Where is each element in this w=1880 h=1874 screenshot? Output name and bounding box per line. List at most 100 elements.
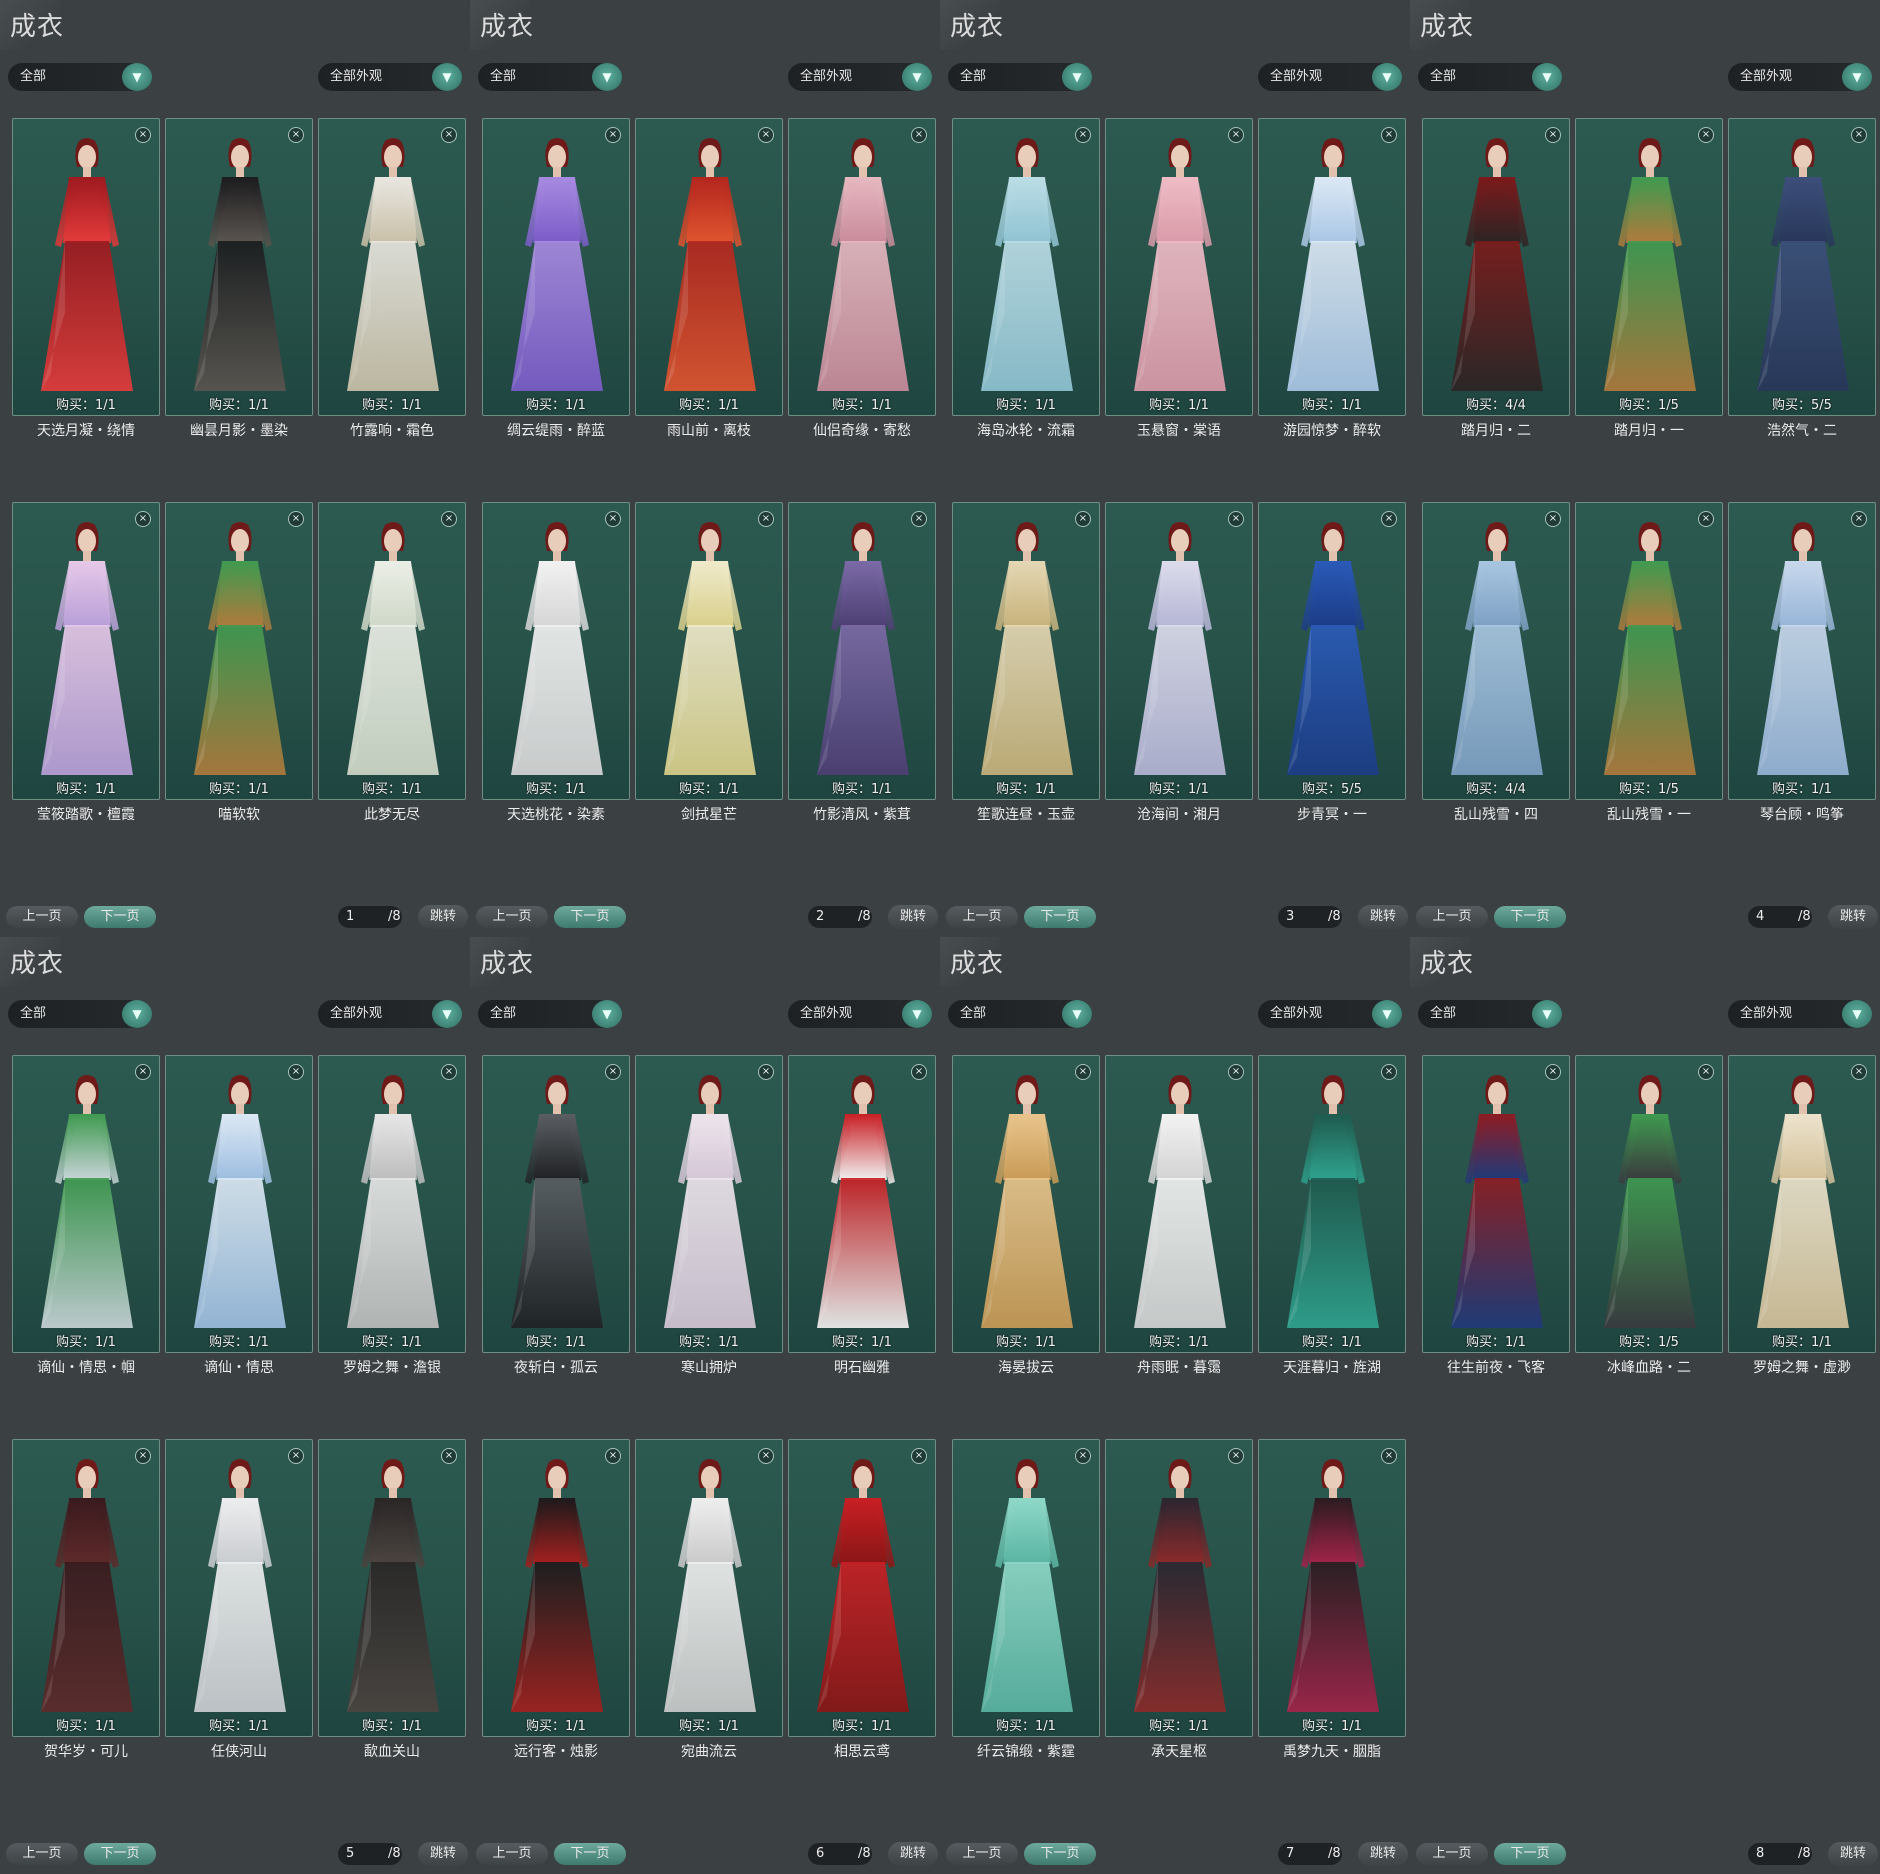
trash-icon[interactable]: × xyxy=(1545,1064,1561,1080)
category-filter-dropdown[interactable]: 全部 ▼ xyxy=(478,1000,622,1028)
prev-page-button[interactable]: 上一页 xyxy=(6,906,78,928)
trash-icon[interactable]: × xyxy=(758,511,774,527)
outfit-card[interactable]: × 购买：1/1 xyxy=(1728,502,1876,800)
outfit-card[interactable]: × 购买：4/4 xyxy=(1422,118,1570,416)
outfit-card[interactable]: × 购买：1/1 xyxy=(482,502,630,800)
chevron-down-icon[interactable]: ▼ xyxy=(432,63,462,91)
chevron-down-icon[interactable]: ▼ xyxy=(1532,1000,1562,1028)
outfit-card[interactable]: × 购买：1/1 xyxy=(482,1055,630,1353)
category-filter-dropdown[interactable]: 全部 ▼ xyxy=(1418,1000,1562,1028)
outfit-card[interactable]: × 购买：1/1 xyxy=(12,502,160,800)
outfit-card[interactable]: × 购买：1/1 xyxy=(12,1439,160,1737)
jump-button[interactable]: 跳转 xyxy=(418,1842,468,1866)
appearance-filter-dropdown[interactable]: 全部外观 ▼ xyxy=(1258,63,1402,91)
outfit-card[interactable]: × 购买：1/1 xyxy=(1258,1055,1406,1353)
outfit-card[interactable]: × 购买：1/1 xyxy=(1105,1055,1253,1353)
outfit-card[interactable]: × 购买：1/1 xyxy=(1105,1439,1253,1737)
trash-icon[interactable]: × xyxy=(288,127,304,143)
next-page-button[interactable]: 下一页 xyxy=(554,906,626,928)
trash-icon[interactable]: × xyxy=(135,1064,151,1080)
appearance-filter-dropdown[interactable]: 全部外观 ▼ xyxy=(788,63,932,91)
outfit-card[interactable]: × 购买：1/1 xyxy=(165,1055,313,1353)
outfit-card[interactable]: × 购买：1/1 xyxy=(1258,118,1406,416)
outfit-card[interactable]: × 购买：1/1 xyxy=(318,118,466,416)
appearance-filter-dropdown[interactable]: 全部外观 ▼ xyxy=(318,1000,462,1028)
next-page-button[interactable]: 下一页 xyxy=(1024,1843,1096,1865)
trash-icon[interactable]: × xyxy=(1545,127,1561,143)
trash-icon[interactable]: × xyxy=(135,511,151,527)
trash-icon[interactable]: × xyxy=(911,127,927,143)
jump-button[interactable]: 跳转 xyxy=(888,1842,938,1866)
prev-page-button[interactable]: 上一页 xyxy=(946,1843,1018,1865)
chevron-down-icon[interactable]: ▼ xyxy=(1372,1000,1402,1028)
trash-icon[interactable]: × xyxy=(758,1448,774,1464)
next-page-button[interactable]: 下一页 xyxy=(1494,906,1566,928)
outfit-card[interactable]: × 购买：1/1 xyxy=(12,118,160,416)
outfit-card[interactable]: × 购买：1/1 xyxy=(318,1055,466,1353)
trash-icon[interactable]: × xyxy=(1228,1448,1244,1464)
prev-page-button[interactable]: 上一页 xyxy=(946,906,1018,928)
trash-icon[interactable]: × xyxy=(441,1448,457,1464)
outfit-card[interactable]: × 购买：5/5 xyxy=(1728,118,1876,416)
chevron-down-icon[interactable]: ▼ xyxy=(592,1000,622,1028)
trash-icon[interactable]: × xyxy=(605,511,621,527)
chevron-down-icon[interactable]: ▼ xyxy=(1062,63,1092,91)
trash-icon[interactable]: × xyxy=(1381,1448,1397,1464)
outfit-card[interactable]: × 购买：4/4 xyxy=(1422,502,1570,800)
appearance-filter-dropdown[interactable]: 全部外观 ▼ xyxy=(1728,63,1872,91)
appearance-filter-dropdown[interactable]: 全部外观 ▼ xyxy=(788,1000,932,1028)
trash-icon[interactable]: × xyxy=(288,1448,304,1464)
trash-icon[interactable]: × xyxy=(1698,511,1714,527)
trash-icon[interactable]: × xyxy=(1381,511,1397,527)
trash-icon[interactable]: × xyxy=(1851,1064,1867,1080)
trash-icon[interactable]: × xyxy=(1228,127,1244,143)
trash-icon[interactable]: × xyxy=(605,127,621,143)
trash-icon[interactable]: × xyxy=(1851,127,1867,143)
jump-button[interactable]: 跳转 xyxy=(888,905,938,929)
outfit-card[interactable]: × 购买：1/1 xyxy=(1728,1055,1876,1353)
outfit-card[interactable]: × 购买：1/5 xyxy=(1575,1055,1723,1353)
outfit-card[interactable]: × 购买：1/1 xyxy=(635,1055,783,1353)
trash-icon[interactable]: × xyxy=(758,1064,774,1080)
trash-icon[interactable]: × xyxy=(1381,127,1397,143)
chevron-down-icon[interactable]: ▼ xyxy=(1532,63,1562,91)
category-filter-dropdown[interactable]: 全部 ▼ xyxy=(948,63,1092,91)
category-filter-dropdown[interactable]: 全部 ▼ xyxy=(948,1000,1092,1028)
trash-icon[interactable]: × xyxy=(1545,511,1561,527)
outfit-card[interactable]: × 购买：1/1 xyxy=(952,1055,1100,1353)
chevron-down-icon[interactable]: ▼ xyxy=(902,63,932,91)
trash-icon[interactable]: × xyxy=(1851,511,1867,527)
prev-page-button[interactable]: 上一页 xyxy=(6,1843,78,1865)
jump-button[interactable]: 跳转 xyxy=(1358,1842,1408,1866)
outfit-card[interactable]: × 购买：1/1 xyxy=(635,1439,783,1737)
category-filter-dropdown[interactable]: 全部 ▼ xyxy=(8,63,152,91)
trash-icon[interactable]: × xyxy=(605,1064,621,1080)
trash-icon[interactable]: × xyxy=(135,127,151,143)
jump-button[interactable]: 跳转 xyxy=(1358,905,1408,929)
trash-icon[interactable]: × xyxy=(441,511,457,527)
outfit-card[interactable]: × 购买：1/1 xyxy=(635,502,783,800)
trash-icon[interactable]: × xyxy=(1228,511,1244,527)
next-page-button[interactable]: 下一页 xyxy=(84,1843,156,1865)
outfit-card[interactable]: × 购买：1/5 xyxy=(1575,502,1723,800)
chevron-down-icon[interactable]: ▼ xyxy=(1062,1000,1092,1028)
trash-icon[interactable]: × xyxy=(1075,1448,1091,1464)
outfit-card[interactable]: × 购买：1/1 xyxy=(788,1055,936,1353)
chevron-down-icon[interactable]: ▼ xyxy=(592,63,622,91)
outfit-card[interactable]: × 购买：1/1 xyxy=(482,118,630,416)
outfit-card[interactable]: × 购买：1/1 xyxy=(952,118,1100,416)
outfit-card[interactable]: × 购买：5/5 xyxy=(1258,502,1406,800)
next-page-button[interactable]: 下一页 xyxy=(84,906,156,928)
outfit-card[interactable]: × 购买：1/1 xyxy=(1422,1055,1570,1353)
trash-icon[interactable]: × xyxy=(1381,1064,1397,1080)
appearance-filter-dropdown[interactable]: 全部外观 ▼ xyxy=(1258,1000,1402,1028)
outfit-card[interactable]: × 购买：1/1 xyxy=(788,502,936,800)
trash-icon[interactable]: × xyxy=(1075,511,1091,527)
outfit-card[interactable]: × 购买：1/1 xyxy=(1105,118,1253,416)
category-filter-dropdown[interactable]: 全部 ▼ xyxy=(8,1000,152,1028)
category-filter-dropdown[interactable]: 全部 ▼ xyxy=(1418,63,1562,91)
outfit-card[interactable]: × 购买：1/1 xyxy=(165,1439,313,1737)
trash-icon[interactable]: × xyxy=(1698,127,1714,143)
jump-button[interactable]: 跳转 xyxy=(1828,905,1878,929)
trash-icon[interactable]: × xyxy=(441,1064,457,1080)
